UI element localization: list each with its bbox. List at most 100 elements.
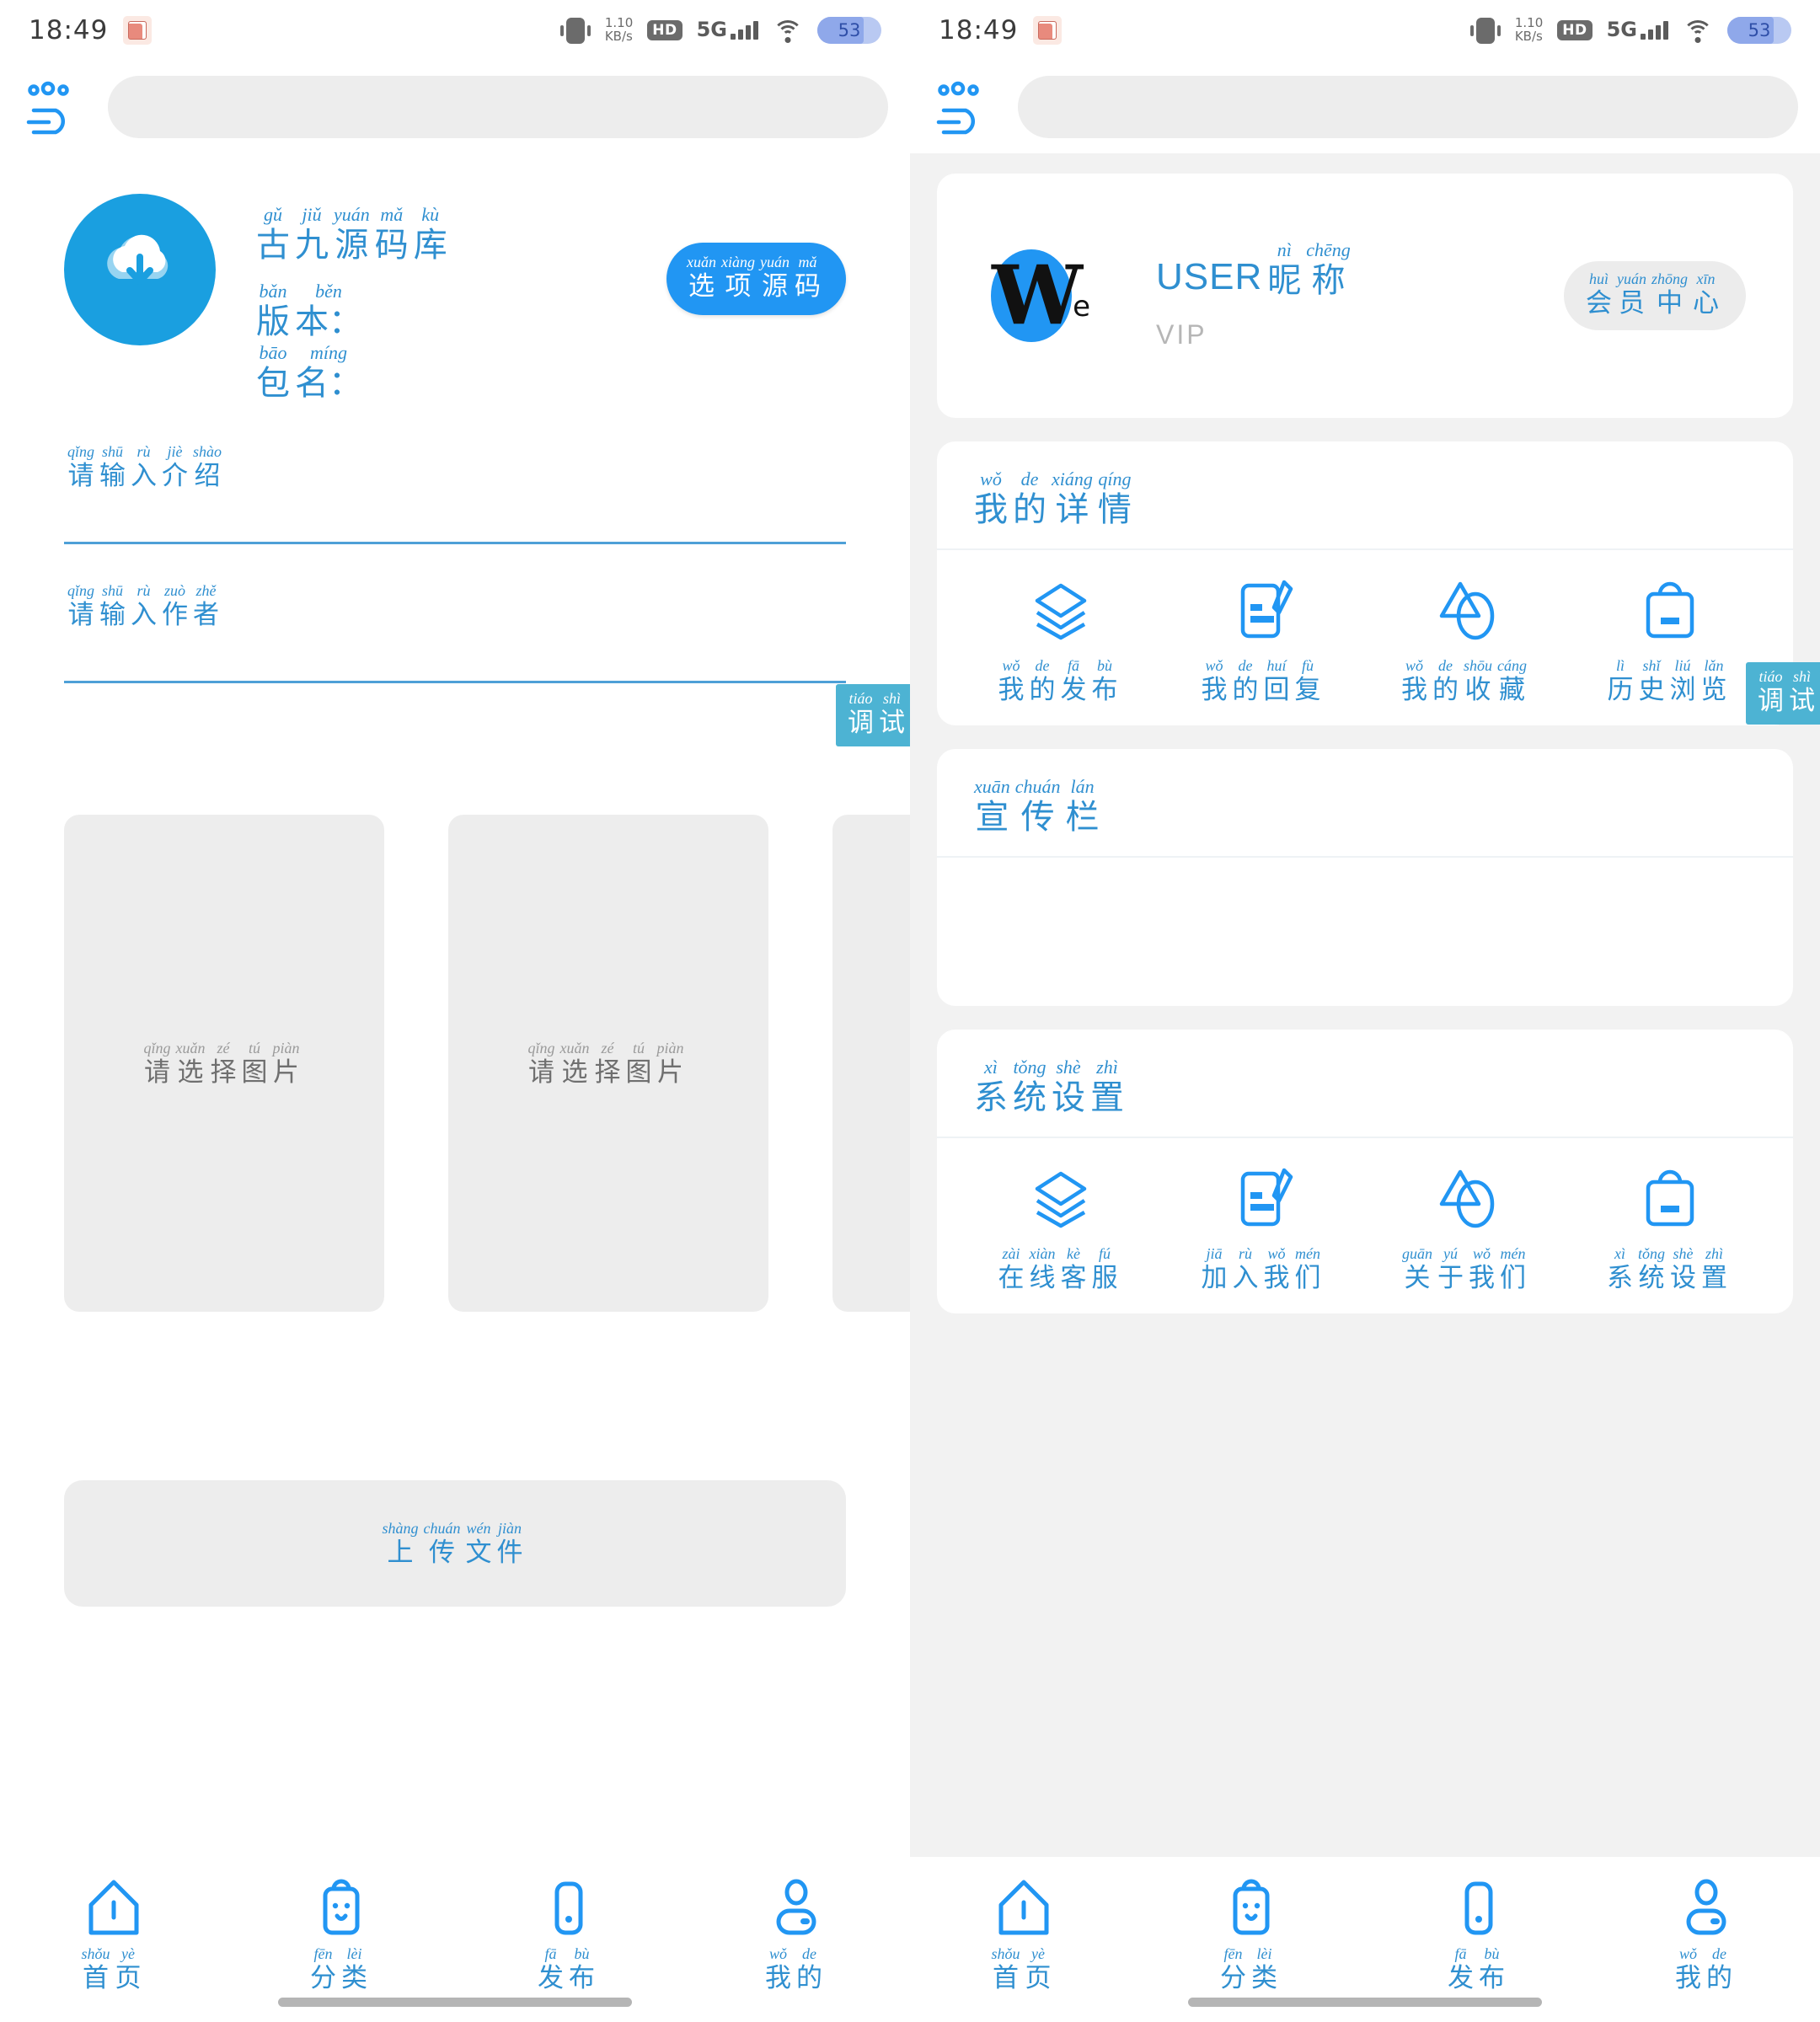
home-indicator[interactable] <box>278 1998 632 2007</box>
status-time: 18:49 <box>939 15 1019 45</box>
user-card[interactable]: W e USER nì 昵 chēng 称 VIP huì 会 yuán 员 zhōng 中 xī… <box>937 174 1793 418</box>
tab-home-label: shǒu 首 yè 页 <box>991 1946 1056 1992</box>
home-icon <box>996 1877 1052 1938</box>
hanzi: 系 <box>974 1078 1008 1117</box>
pinyin: xuǎn <box>559 1040 590 1056</box>
intro-field[interactable]: qǐng 请 shū 输 rù 入 jiè 介 shào 绍 <box>64 444 846 544</box>
hanzi: 请 <box>527 1057 554 1088</box>
pinyin: de <box>1035 657 1050 674</box>
hanzi: 们 <box>1500 1263 1526 1293</box>
ruby-char: wǒ 我 <box>1675 1946 1701 1992</box>
vibrate-icon <box>559 17 591 44</box>
pinyin: fù <box>1301 657 1314 674</box>
tab-publish-label: fā 发 bù 布 <box>1448 1946 1510 1992</box>
hanzi: 九 <box>295 226 329 265</box>
pinyin: wǒ <box>1405 657 1423 674</box>
debug-badge[interactable]: tiáo 调 shì 试 <box>836 684 922 746</box>
pinyin: shōu <box>1463 657 1492 674</box>
search-input[interactable] <box>1018 76 1798 138</box>
hanzi: 在 <box>998 1263 1025 1293</box>
intro-field-label: qǐng 请 shū 输 rù 入 jiè 介 shào 绍 <box>64 444 846 489</box>
grid-item-about-us[interactable]: guān 关 yú 于 wǒ 我 mén 们 <box>1365 1167 1568 1292</box>
hanzi: 的 <box>1013 490 1046 529</box>
brand-logo-icon[interactable] <box>932 77 993 137</box>
hanzi: 请 <box>67 600 94 630</box>
banner-content-area[interactable] <box>937 858 1793 1006</box>
tab-profile[interactable]: wǒ 我 de 的 <box>1592 1877 1820 1992</box>
select-source-button[interactable]: xuǎn 选 xiàng 项 yuán 源 mǎ 码 <box>666 243 846 315</box>
grid-item-my-posts[interactable]: wǒ 我 de 的 fā 发 bù 布 <box>959 579 1162 703</box>
member-center-button[interactable]: huì 会 yuán 员 zhōng 中 xīn 心 <box>1563 261 1746 330</box>
ruby-char: shǒu 首 <box>991 1946 1020 1992</box>
hanzi: 输 <box>99 600 126 630</box>
home-indicator[interactable] <box>1188 1998 1542 2007</box>
shapes-icon <box>1435 1167 1499 1231</box>
pinyin: shǒu <box>991 1945 1020 1962</box>
pinyin: lì <box>1615 657 1625 674</box>
pinyin: rù <box>136 582 151 599</box>
ruby-char: wǒ 我 <box>1202 658 1228 703</box>
hanzi: 设 <box>1670 1263 1696 1293</box>
ruby-char: fú 服 <box>1092 1246 1118 1292</box>
upload-file-button[interactable]: shàng 上 chuán 传 wén 文 jiàn 件 <box>64 1480 846 1607</box>
grid-item-my-favorites[interactable]: wǒ 我 de 的 shōu 收 cáng 藏 <box>1365 579 1568 703</box>
section-grid: wǒ我de的fā发bù布 wǒ我de的huí回fù复 <box>937 550 1793 725</box>
category-icon <box>1223 1877 1279 1938</box>
pinyin: shàng <box>382 1520 419 1537</box>
tab-publish[interactable]: fā 发 bù 布 <box>1365 1877 1592 1992</box>
ruby-char: jiā 加 <box>1202 1246 1228 1292</box>
ruby-char: bāo 包 <box>256 344 290 401</box>
left-screen-spacer <box>0 1761 910 1827</box>
hanzi: 详 <box>1055 490 1089 529</box>
brand-logo-icon[interactable] <box>22 77 83 137</box>
grid-item-label: jiā 加 rù 入 wǒ 我 mén 们 <box>1202 1246 1326 1292</box>
ruby-char: xuān 宣 <box>974 778 1010 835</box>
publish-icon <box>541 1877 597 1938</box>
ruby-char: zé 择 <box>211 1040 237 1086</box>
ruby-char: tǒng 统 <box>1638 1246 1665 1292</box>
ruby-char: zuò 作 <box>162 583 188 629</box>
pinyin: qǐng <box>67 443 95 460</box>
grid-item-online-service[interactable]: zài 在 xiàn 线 kè 客 fú 服 <box>959 1167 1162 1292</box>
pinyin: chuán <box>1014 776 1061 797</box>
ruby-char: jiè 介 <box>162 444 188 489</box>
hanzi: 传 <box>429 1538 455 1568</box>
hanzi: 图 <box>241 1057 268 1088</box>
ruby-char: xuǎn 选 <box>176 1040 206 1086</box>
grid-item-my-replies[interactable]: wǒ 我 de 的 huí 回 fù 复 <box>1162 579 1365 703</box>
tab-profile[interactable]: wǒ 我 de 的 <box>682 1877 910 1992</box>
signal-bars-icon: 5G <box>697 20 758 40</box>
debug-badge[interactable]: tiáo 调 shì 试 <box>1746 662 1820 725</box>
ruby-char: wǒ 我 <box>998 658 1025 703</box>
tab-category[interactable]: fēn 分 lèi 类 <box>228 1877 455 1992</box>
pinyin: wǒ <box>1267 1245 1286 1262</box>
pinyin: fā <box>1067 657 1079 674</box>
tab-home[interactable]: shǒu 首 yè 页 <box>910 1877 1138 1992</box>
hanzi: 我 <box>1675 1963 1701 1993</box>
tab-home[interactable]: shǒu 首 yè 页 <box>0 1877 228 1992</box>
tab-category[interactable]: fēn 分 lèi 类 <box>1138 1877 1365 1992</box>
pinyin: guān <box>1402 1245 1432 1262</box>
battery-icon: 53 <box>1727 17 1791 44</box>
image-picker-slot[interactable]: qǐng 请 xuǎn 选 zé 择 tú 图 piàn 片 <box>448 815 768 1312</box>
pinyin: gǔ <box>264 204 282 225</box>
we-avatar-icon[interactable]: W e <box>984 246 1090 345</box>
section-title: xì 系 tǒng 统 shè 设 zhì 置 <box>937 1030 1793 1138</box>
hanzi: 的 <box>1432 675 1459 705</box>
pinyin: chuán <box>423 1520 461 1537</box>
hanzi: 片 <box>273 1057 299 1088</box>
pinyin: tǒng <box>1637 1245 1665 1262</box>
image-picker-slot[interactable]: qǐng 请 xuǎn 选 zé 择 tú 图 piàn 片 <box>64 815 384 1312</box>
grid-item-history[interactable]: lì 历 shǐ 史 liú 浏 lǎn 览 <box>1568 579 1771 703</box>
grid-item-system-settings[interactable]: xì 系 tǒng 统 shè 设 zhì 置 <box>1568 1167 1771 1292</box>
pinyin: lán <box>1070 776 1095 797</box>
hanzi: 首 <box>992 1963 1019 1993</box>
pinyin: tú <box>248 1040 260 1056</box>
hanzi: 选 <box>688 271 715 302</box>
author-field[interactable]: qǐng 请 shū 输 rù 入 zuò 作 zhě 者 <box>64 583 846 683</box>
grid-item-join-us[interactable]: jiā 加 rù 入 wǒ 我 mén 们 <box>1162 1167 1365 1292</box>
search-input[interactable] <box>108 76 888 138</box>
tab-publish[interactable]: fā 发 bù 布 <box>455 1877 682 1992</box>
hanzi: 件 <box>496 1538 523 1568</box>
hanzi: 选 <box>561 1057 588 1088</box>
